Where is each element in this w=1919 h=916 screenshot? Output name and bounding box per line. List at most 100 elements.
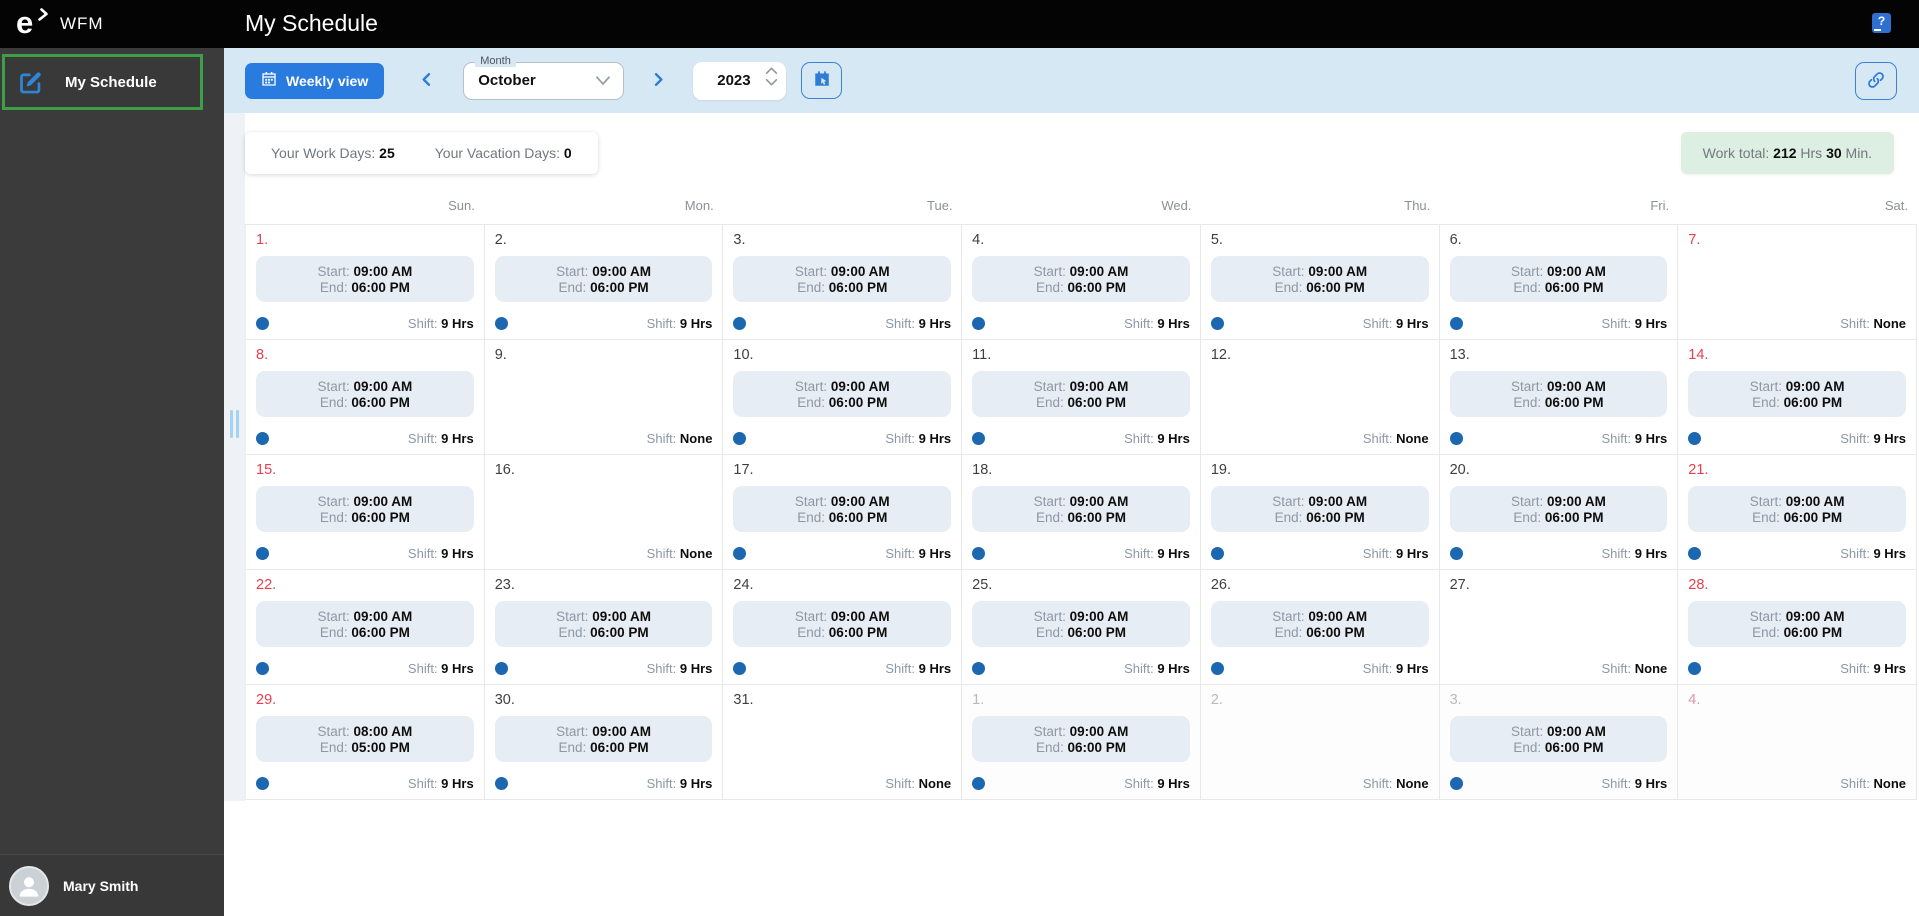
day-number: 12. (1211, 347, 1429, 363)
shift-time-box[interactable]: Start: 09:00 AMEnd: 06:00 PM (495, 601, 713, 647)
calendar-day-cell[interactable]: 4.Shift: None (1678, 685, 1917, 799)
shift-time-box[interactable]: Start: 09:00 AMEnd: 06:00 PM (495, 256, 713, 302)
calendar-day-cell[interactable]: 17.Start: 09:00 AMEnd: 06:00 PMShift: 9 … (723, 455, 962, 569)
shift-time-box[interactable]: Start: 08:00 AMEnd: 05:00 PM (256, 716, 474, 762)
calendar-day-cell[interactable]: 8.Start: 09:00 AMEnd: 06:00 PMShift: 9 H… (246, 340, 485, 454)
day-cell-footer: Shift: 9 Hrs (1211, 660, 1429, 676)
shift-time-box[interactable]: Start: 09:00 AMEnd: 06:00 PM (1688, 601, 1906, 647)
shift-time-box[interactable]: Start: 09:00 AMEnd: 06:00 PM (972, 486, 1190, 532)
jump-to-date-button[interactable] (801, 62, 842, 99)
day-number: 31. (733, 692, 951, 708)
calendar-day-cell[interactable]: 1.Start: 09:00 AMEnd: 06:00 PMShift: 9 H… (246, 225, 485, 339)
next-month-button[interactable] (646, 67, 671, 95)
shift-hours: Shift: 9 Hrs (1124, 776, 1190, 791)
shift-time-box[interactable]: Start: 09:00 AMEnd: 06:00 PM (733, 371, 951, 417)
shift-start: Start: 09:00 AM (1511, 264, 1606, 279)
month-select[interactable]: Month October (463, 62, 624, 100)
calendar-day-cell[interactable]: 19.Start: 09:00 AMEnd: 06:00 PMShift: 9 … (1201, 455, 1440, 569)
shift-end: End: 06:00 PM (1513, 280, 1603, 295)
calendar-day-cell[interactable]: 2.Start: 09:00 AMEnd: 06:00 PMShift: 9 H… (485, 225, 724, 339)
shift-time-box[interactable]: Start: 09:00 AMEnd: 06:00 PM (1450, 256, 1668, 302)
calendar-day-cell[interactable]: 11.Start: 09:00 AMEnd: 06:00 PMShift: 9 … (962, 340, 1201, 454)
shift-time-box[interactable]: Start: 09:00 AMEnd: 06:00 PM (1211, 601, 1429, 647)
calendar-day-cell[interactable]: 16.Shift: None (485, 455, 724, 569)
calendar-day-cell[interactable]: 20.Start: 09:00 AMEnd: 06:00 PMShift: 9 … (1440, 455, 1679, 569)
shift-time-box[interactable]: Start: 09:00 AMEnd: 06:00 PM (972, 256, 1190, 302)
shift-time-box[interactable]: Start: 09:00 AMEnd: 06:00 PM (256, 486, 474, 532)
calendar-day-cell[interactable]: 7.Shift: None (1678, 225, 1917, 339)
shift-time-box[interactable]: Start: 09:00 AMEnd: 06:00 PM (1450, 371, 1668, 417)
shift-status-dot (1450, 432, 1463, 445)
shift-time-box[interactable]: Start: 09:00 AMEnd: 06:00 PM (1688, 486, 1906, 532)
calendar-day-cell[interactable]: 26.Start: 09:00 AMEnd: 06:00 PMShift: 9 … (1201, 570, 1440, 684)
shift-time-box[interactable]: Start: 09:00 AMEnd: 06:00 PM (972, 601, 1190, 647)
shift-time-box[interactable]: Start: 09:00 AMEnd: 06:00 PM (1450, 486, 1668, 532)
day-number: 8. (256, 347, 474, 363)
calendar-day-cell[interactable]: 22.Start: 09:00 AMEnd: 06:00 PMShift: 9 … (246, 570, 485, 684)
shift-time-box[interactable]: Start: 09:00 AMEnd: 06:00 PM (972, 371, 1190, 417)
shift-time-box[interactable]: Start: 09:00 AMEnd: 06:00 PM (256, 601, 474, 647)
calendar-day-cell[interactable]: 6.Start: 09:00 AMEnd: 06:00 PMShift: 9 H… (1440, 225, 1679, 339)
calendar-day-cell[interactable]: 23.Start: 09:00 AMEnd: 06:00 PMShift: 9 … (485, 570, 724, 684)
shift-time-box[interactable]: Start: 09:00 AMEnd: 06:00 PM (733, 486, 951, 532)
year-increment-button[interactable] (765, 66, 778, 75)
calendar-day-cell[interactable]: 13.Start: 09:00 AMEnd: 06:00 PMShift: 9 … (1440, 340, 1679, 454)
help-icon[interactable]: ? (1872, 13, 1891, 33)
shift-hours: Shift: 9 Hrs (1840, 661, 1906, 676)
shift-time-box[interactable]: Start: 09:00 AMEnd: 06:00 PM (733, 601, 951, 647)
calendar-day-cell[interactable]: 28.Start: 09:00 AMEnd: 06:00 PMShift: 9 … (1678, 570, 1917, 684)
copy-link-button[interactable] (1855, 62, 1897, 100)
calendar-day-cell[interactable]: 5.Start: 09:00 AMEnd: 06:00 PMShift: 9 H… (1201, 225, 1440, 339)
calendar-day-cell[interactable]: 31.Shift: None (723, 685, 962, 799)
day-header: Wed. (962, 198, 1201, 224)
shift-time-box[interactable]: Start: 09:00 AMEnd: 06:00 PM (495, 716, 713, 762)
calendar-day-cell[interactable]: 14.Start: 09:00 AMEnd: 06:00 PMShift: 9 … (1678, 340, 1917, 454)
year-spinner[interactable]: 2023 (693, 62, 786, 100)
calendar-day-cell[interactable]: 1.Start: 09:00 AMEnd: 06:00 PMShift: 9 H… (962, 685, 1201, 799)
calendar-day-cell[interactable]: 4.Start: 09:00 AMEnd: 06:00 PMShift: 9 H… (962, 225, 1201, 339)
shift-end: End: 06:00 PM (797, 510, 887, 525)
calendar-day-cell[interactable]: 24.Start: 09:00 AMEnd: 06:00 PMShift: 9 … (723, 570, 962, 684)
calendar-day-headers: Sun.Mon.Tue.Wed.Thu.Fri.Sat. (245, 198, 1917, 224)
shift-time-box[interactable]: Start: 09:00 AMEnd: 06:00 PM (1688, 371, 1906, 417)
shift-time-box[interactable]: Start: 09:00 AMEnd: 06:00 PM (256, 256, 474, 302)
previous-month-button[interactable] (414, 67, 439, 95)
shift-end: End: 05:00 PM (320, 740, 410, 755)
user-menu[interactable]: Mary Smith (0, 854, 224, 916)
calendar-day-cell[interactable]: 27.Shift: None (1440, 570, 1679, 684)
calendar-day-cell[interactable]: 3.Start: 09:00 AMEnd: 06:00 PMShift: 9 H… (1440, 685, 1679, 799)
sidebar-item-my-schedule[interactable]: My Schedule (2, 54, 203, 110)
shift-time-box[interactable]: Start: 09:00 AMEnd: 06:00 PM (1450, 716, 1668, 762)
scrollbar-handle[interactable] (230, 410, 239, 438)
shift-time-box[interactable]: Start: 09:00 AMEnd: 06:00 PM (256, 371, 474, 417)
shift-status-dot (256, 662, 269, 675)
calendar-day-cell[interactable]: 21.Start: 09:00 AMEnd: 06:00 PMShift: 9 … (1678, 455, 1917, 569)
day-cell-footer: Shift: 9 Hrs (733, 660, 951, 676)
calendar-day-cell[interactable]: 2.Shift: None (1201, 685, 1440, 799)
day-number: 22. (256, 577, 474, 593)
shift-time-box[interactable]: Start: 09:00 AMEnd: 06:00 PM (972, 716, 1190, 762)
calendar-day-cell[interactable]: 15.Start: 09:00 AMEnd: 06:00 PMShift: 9 … (246, 455, 485, 569)
shift-time-box[interactable]: Start: 09:00 AMEnd: 06:00 PM (1211, 486, 1429, 532)
shift-time-box[interactable]: Start: 09:00 AMEnd: 06:00 PM (1211, 256, 1429, 302)
calendar-day-cell[interactable]: 12.Shift: None (1201, 340, 1440, 454)
shift-time-box[interactable]: Start: 09:00 AMEnd: 06:00 PM (733, 256, 951, 302)
calendar-day-cell[interactable]: 30.Start: 09:00 AMEnd: 06:00 PMShift: 9 … (485, 685, 724, 799)
calendar-week-row: 22. Start: 09:00 AMEnd: 06:00 PM Shift: 9 … (246, 570, 1917, 685)
calendar-day-cell[interactable]: 3.Start: 09:00 AMEnd: 06:00 PMShift: 9 H… (723, 225, 962, 339)
year-decrement-button[interactable] (765, 78, 778, 87)
monthly-calendar: Sun.Mon.Tue.Wed.Thu.Fri.Sat. 1.Start: 09… (245, 198, 1917, 800)
calendar-day-cell[interactable]: 10.Start: 09:00 AMEnd: 06:00 PMShift: 9 … (723, 340, 962, 454)
calendar-day-cell[interactable]: 18.Start: 09:00 AMEnd: 06:00 PMShift: 9 … (962, 455, 1201, 569)
calendar-day-cell[interactable]: 29.Start: 08:00 AMEnd: 05:00 PMShift: 9 … (246, 685, 485, 799)
weekly-view-button[interactable]: Weekly view (245, 63, 384, 99)
shift-end: End: 06:00 PM (559, 280, 649, 295)
shift-hours: Shift: 9 Hrs (1363, 316, 1429, 331)
shift-start: Start: 09:00 AM (1750, 494, 1845, 509)
shift-end: End: 06:00 PM (797, 625, 887, 640)
shift-start: Start: 09:00 AM (795, 609, 890, 624)
day-number: 30. (495, 692, 713, 708)
calendar-day-cell[interactable]: 25.Start: 09:00 AMEnd: 06:00 PMShift: 9 … (962, 570, 1201, 684)
day-number: 27. (1450, 577, 1668, 593)
calendar-day-cell[interactable]: 9.Shift: None (485, 340, 724, 454)
